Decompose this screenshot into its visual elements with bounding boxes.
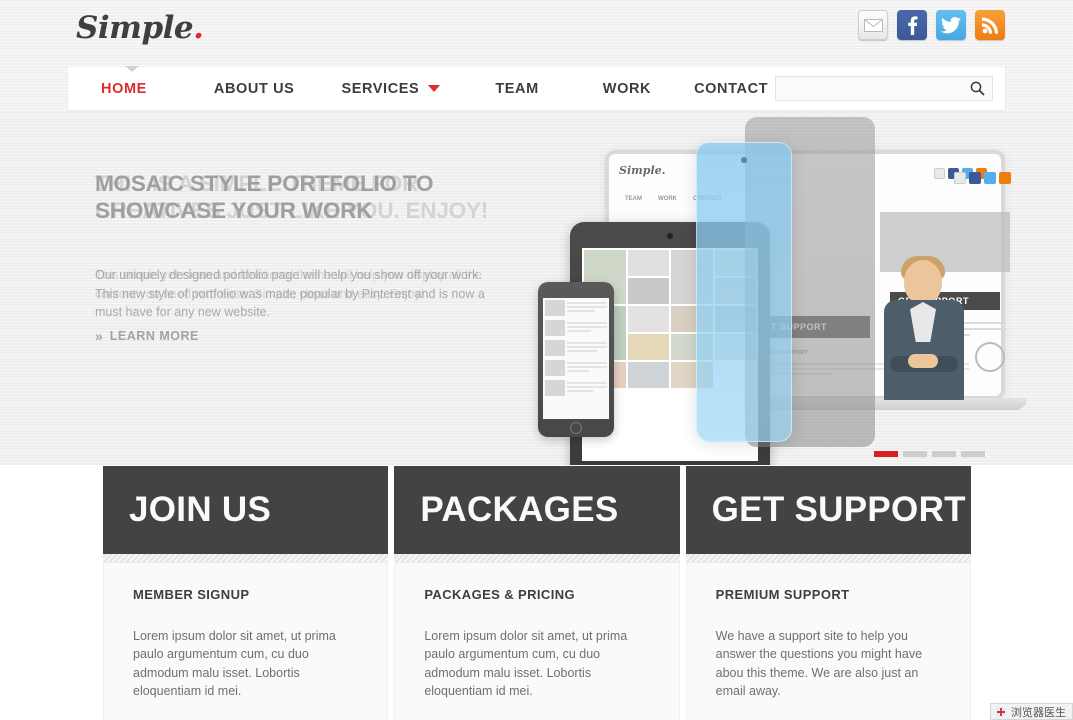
camera-icon [667,233,673,239]
medical-cross-icon [995,705,1007,718]
nav-item-home[interactable]: HOME [101,81,147,97]
mockup-nav-item: TEAM [625,196,642,202]
email-icon[interactable] [858,10,888,40]
feature-column-join-us: JOIN US MEMBER SIGNUP Lorem ipsum dolor … [103,466,389,720]
nav-item-team[interactable]: TEAM [495,81,538,97]
feature-title: PACKAGES [420,490,619,529]
feature-text: Lorem ipsum dolor sit amet, ut prima pau… [133,629,336,698]
search-box [775,76,993,101]
feature-columns: JOIN US MEMBER SIGNUP Lorem ipsum dolor … [103,466,971,720]
search-input[interactable] [776,77,962,100]
feature-body: MEMBER SIGNUP Lorem ipsum dolor sit amet… [103,563,389,720]
learn-more-button[interactable]: » LEARN MORE [95,328,199,344]
feature-body: PACKAGES & PRICING Lorem ipsum dolor sit… [394,563,680,720]
watermark-label: 浏览器医生 [1011,706,1066,719]
feature-header-get-support[interactable]: GET SUPPORT [685,466,971,554]
slider-page-3[interactable] [932,451,956,457]
feature-subtitle: MEMBER SIGNUP [133,587,250,602]
feature-body: PREMIUM SUPPORT We have a support site t… [685,563,971,720]
person-hands [908,354,938,368]
feature-column-get-support: GET SUPPORT PREMIUM SUPPORT We have a su… [685,466,971,720]
device-mockup-montage: Simple. TEAM WORK CONTACT OLIO TO [520,117,1027,465]
logo-dot: . [193,10,204,46]
slide-incoming: MOSAIC STYLE PORTFOLIO TO SHOWCASE YOUR … [95,170,495,322]
nav-item-about-us[interactable]: ABOUT US [214,81,295,97]
nav-item-label: CONTACT [694,80,769,97]
nav-item-label: ABOUT US [213,80,295,97]
rss-icon[interactable] [975,10,1005,40]
nav-item-list: HOME ABOUT US SERVICES TEAM WORK CONTACT [68,67,768,110]
feature-stripe [394,554,680,563]
feature-text: We have a support site to help you answe… [715,629,923,698]
site-logo[interactable]: Simple. [76,10,204,46]
double-chevron-icon: » [95,328,103,344]
browser-watermark: 浏览器医生 [990,703,1073,720]
facebook-icon[interactable] [897,10,927,40]
tablet-blue-overlay [696,142,792,442]
phone-mockup [538,282,614,437]
camera-icon [741,157,747,163]
facebook-icon [969,172,981,184]
person-head [904,260,942,304]
nav-active-notch [125,66,139,72]
slider-pagination [874,451,985,457]
twitter-icon [984,172,996,184]
slide-headline: MOSAIC STYLE PORTFOLIO TO SHOWCASE YOUR … [95,171,434,223]
nav-item-work[interactable]: WORK [603,81,651,97]
home-button-icon [570,422,582,434]
slider-page-2[interactable] [903,451,927,457]
slide-paragraph: Our uniquely designed portfolio page wil… [95,268,485,319]
nav-item-services[interactable]: SERVICES [341,80,441,97]
feature-title: JOIN US [129,490,272,529]
feature-header-packages[interactable]: PACKAGES [394,466,680,554]
feature-stripe [103,554,389,563]
nav-item-label: HOME [101,80,147,97]
feature-subtitle: PACKAGES & PRICING [424,587,576,602]
support-person-photo [880,256,968,400]
phone-screen [543,298,609,419]
learn-more-label: LEARN MORE [109,329,199,343]
hero-slider: THIS IS A SIMPLE THEME FOR CREATIVES JUS… [0,112,1073,465]
logo-text: Simple [76,10,194,46]
feature-text: Lorem ipsum dolor sit amet, ut prima pau… [424,629,628,698]
nav-item-label: TEAM [495,80,539,97]
mockup-nav-item: WORK [658,196,677,202]
overlay-badge-icon [975,342,1005,372]
feature-subtitle: PREMIUM SUPPORT [715,587,850,602]
overlay-social-row [954,172,1011,184]
email-icon [954,172,966,184]
nav-item-label: WORK [602,80,652,97]
feature-stripe [685,554,971,563]
twitter-icon[interactable] [936,10,966,40]
rss-icon [999,172,1011,184]
feature-column-packages: PACKAGES PACKAGES & PRICING Lorem ipsum … [394,466,680,720]
slider-page-1[interactable] [874,451,898,457]
feature-header-join-us[interactable]: JOIN US [103,466,389,554]
chevron-down-icon [428,85,441,92]
slider-page-4[interactable] [961,451,985,457]
nav-item-label: SERVICES [341,80,420,97]
feature-title: GET SUPPORT [711,490,966,529]
social-links [858,10,1005,40]
page-root: Simple. HOME ABOUT US SERVICES TEAM WORK… [0,0,1073,720]
search-icon[interactable] [962,81,992,96]
main-navigation: HOME ABOUT US SERVICES TEAM WORK CONTACT [68,66,1005,110]
nav-item-contact[interactable]: CONTACT [694,81,768,97]
